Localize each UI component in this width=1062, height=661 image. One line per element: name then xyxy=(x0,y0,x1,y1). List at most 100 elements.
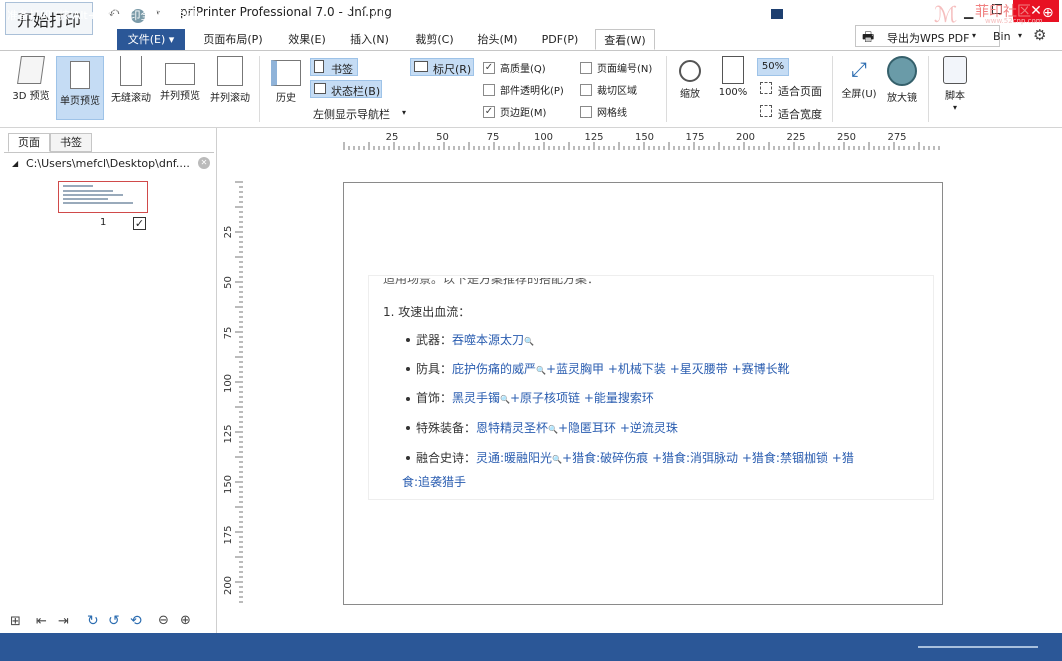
ruler-label: 25 xyxy=(386,132,399,143)
ruler-label: 50 xyxy=(436,132,449,143)
vertical-ruler: 25 50 75 100 125 150 175 200 xyxy=(223,181,243,603)
tab-crop[interactable]: 裁剪(C) xyxy=(407,29,462,50)
side-by-side-scroll-icon xyxy=(217,56,243,86)
file-path: C:\Users\mefcl\Desktop\dnf.... xyxy=(26,157,190,170)
checkbox-box[interactable]: ✓ xyxy=(483,105,495,118)
layout-two-page-icon[interactable] xyxy=(792,8,806,20)
status-ready-text: 准备打印 (按'Alt+X'键打印全部并关闭) xyxy=(7,9,200,22)
checkbox-page-number[interactable]: 页面编号(N) xyxy=(580,60,652,75)
remove-file-icon[interactable]: ✕ xyxy=(198,157,210,169)
item-link[interactable]: 灵通:暖融阳光 xyxy=(476,451,552,465)
ruler-label: 100 xyxy=(534,132,553,143)
watermark-logo: ℳ xyxy=(934,3,958,28)
import-icon[interactable]: ⇤ xyxy=(36,614,47,629)
page-thumbnail[interactable] xyxy=(58,181,148,213)
add-page-icon[interactable]: ⊞ xyxy=(10,614,21,629)
script-icon xyxy=(943,56,967,84)
side-by-side-icon xyxy=(165,63,195,85)
checkbox-high-quality[interactable]: ✓ 高质量(Q) xyxy=(483,60,546,75)
side-by-side-preview-button[interactable]: 并列预览 xyxy=(156,56,204,110)
tab-page-layout[interactable]: 页面布局(P) xyxy=(198,29,268,50)
checkbox-box[interactable]: ✓ xyxy=(483,61,495,74)
zoom-value-field[interactable]: 50% xyxy=(757,58,789,76)
layout-continuous-icon[interactable] xyxy=(770,8,784,20)
export-dropdown-icon[interactable]: ▾ xyxy=(972,31,976,40)
thumbnail-checkbox[interactable]: ✓ xyxy=(133,217,146,230)
layout-single-icon[interactable] xyxy=(748,8,762,20)
page-of-text: 第 1 页 (共 1 页) xyxy=(428,9,513,22)
item-link[interactable]: 恩特精灵圣杯 xyxy=(476,421,548,435)
statusbar-label: 状态栏(B) xyxy=(331,85,381,98)
zoom-button[interactable]: 缩放 xyxy=(672,56,708,110)
zoom-slider[interactable] xyxy=(918,646,1038,648)
tab-header[interactable]: 抬头(M) xyxy=(470,29,525,50)
rotate-both-icon[interactable]: ⟲ xyxy=(130,613,142,629)
3d-preview-icon xyxy=(17,56,45,84)
crosshair-icon: ⌖ xyxy=(630,7,637,20)
checkbox-margins[interactable]: ✓ 页边距(M) xyxy=(483,104,546,119)
printer-dropdown-icon[interactable]: ▾ xyxy=(1018,31,1022,40)
horizontal-ruler: 25 50 75 100 125 150 175 200 225 250 275 xyxy=(343,132,940,150)
ruler-label: 200 xyxy=(736,132,755,143)
checkbox-crop-area[interactable]: 裁切区域 xyxy=(580,82,637,97)
tab-pdf[interactable]: PDF(P) xyxy=(535,29,585,50)
tab-view[interactable]: 查看(W) xyxy=(595,29,655,50)
next-page-icon[interactable]: ▶ xyxy=(399,7,406,17)
zoom-out-icon[interactable]: ⊖ xyxy=(158,613,169,628)
checkbox-gridlines[interactable]: 网格线 xyxy=(580,104,627,119)
zoom-100-button[interactable]: 100% xyxy=(713,56,753,110)
checkbox-box[interactable] xyxy=(580,61,592,74)
fullscreen-button[interactable]: ⤢ 全屏(U) xyxy=(838,56,880,110)
ruler-label: 225 xyxy=(786,132,805,143)
watermark-url: www.52cnp.com xyxy=(985,17,1043,25)
checkbox-box[interactable] xyxy=(580,105,592,118)
3d-preview-button[interactable]: 3D 预览 xyxy=(8,56,54,110)
fit-page-button[interactable]: 适合页面 xyxy=(778,83,822,99)
settings-gear-icon[interactable]: ⚙ xyxy=(1033,26,1046,44)
seamless-scroll-button[interactable]: 无缝滚动 xyxy=(106,56,156,110)
status-zoom-out-icon[interactable]: ⊖ xyxy=(898,5,910,21)
rotate-right-icon[interactable]: ↻ xyxy=(87,613,99,629)
side-tab-pages[interactable]: 页面 xyxy=(8,133,50,152)
ruler-label: 50 xyxy=(223,276,234,289)
window-title: priPrinter Professional 7.0 - dnf.png xyxy=(180,5,392,19)
rotate-left-icon[interactable]: ↺ xyxy=(108,613,120,629)
checkbox-part-transparency[interactable]: 部件透明化(P) xyxy=(483,82,564,97)
minimize-icon[interactable]: ▁ xyxy=(964,5,973,19)
prev-page-icon[interactable]: ◀ xyxy=(343,7,350,17)
printer-icon: 🖶 xyxy=(862,30,875,45)
side-tab-bookmarks[interactable]: 书签 xyxy=(50,133,92,152)
section-heading: 1. 攻速出血流： xyxy=(383,305,471,319)
tab-effects[interactable]: 效果(E) xyxy=(283,29,331,50)
checkbox-box[interactable] xyxy=(580,83,592,96)
zoom-in-icon[interactable]: ⊕ xyxy=(180,613,191,628)
checkbox-box[interactable] xyxy=(483,83,495,96)
expand-arrow-icon[interactable]: ◢ xyxy=(12,159,18,168)
ruler-label: 100 xyxy=(223,374,234,393)
left-nav-dropdown-icon[interactable]: ▾ xyxy=(402,108,406,117)
layout-grid-icon[interactable] xyxy=(836,8,850,20)
script-button[interactable]: 脚本 ▾ xyxy=(936,56,974,118)
item-link[interactable]: 庇护伤痛的威严 xyxy=(452,362,536,376)
side-by-side-scroll-button[interactable]: 并列滚动 xyxy=(206,56,254,110)
tab-insert[interactable]: 插入(N) xyxy=(342,29,397,50)
item-link[interactable]: 吞噬本源太刀 xyxy=(452,333,524,347)
single-page-icon xyxy=(70,61,90,89)
single-page-preview-button[interactable]: 单页预览 xyxy=(56,56,104,120)
export-page-icon[interactable]: ⇥ xyxy=(58,614,69,629)
printer-name[interactable]: Bin xyxy=(993,30,1011,43)
layout-two-scroll-icon[interactable] xyxy=(814,8,828,20)
tab-file[interactable]: 文件(E) ▾ xyxy=(117,29,185,50)
ruler-label: 125 xyxy=(223,424,234,443)
list-item-wrap: 食:追袭猎手 xyxy=(402,475,467,489)
list-item: 防具：庇护伤痛的威严🔍+蓝灵胸甲 +机械下装 +星灭腰带 +赛博长靴 xyxy=(416,362,790,376)
magnifier-button[interactable]: 放大镜 xyxy=(882,56,922,110)
list-item: 首饰：黑灵手镯🔍+原子核项链 +能量搜索环 xyxy=(416,391,654,405)
bookmark-icon xyxy=(314,60,324,73)
fit-width-button[interactable]: 适合宽度 xyxy=(778,106,822,122)
left-nav-dropdown[interactable]: 左侧显示导航栏 xyxy=(313,106,390,122)
status-zoom-in-icon[interactable]: ⊕ xyxy=(1042,5,1054,21)
item-link[interactable]: 黑灵手镯 xyxy=(452,391,500,405)
history-button[interactable]: 历史 xyxy=(266,56,306,110)
magnifier-icon xyxy=(679,60,701,82)
